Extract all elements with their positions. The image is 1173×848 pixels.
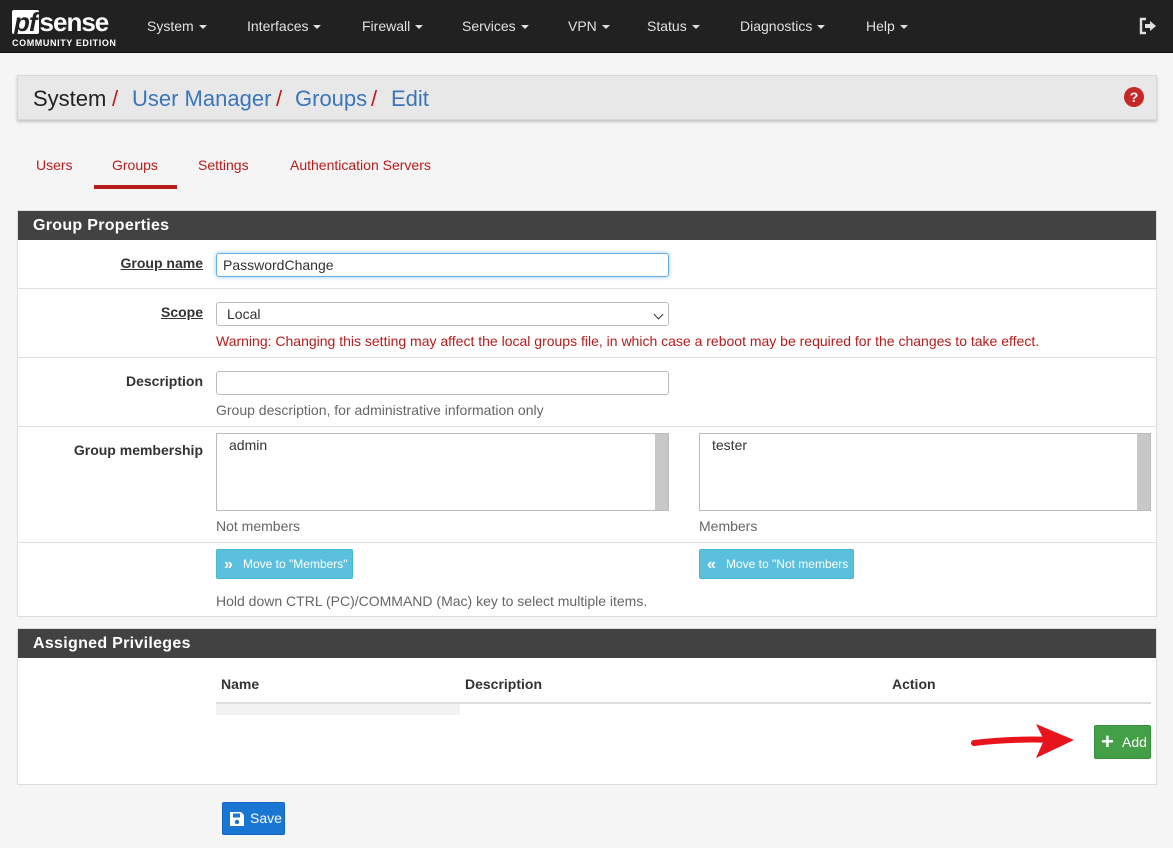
tab-settings[interactable]: Settings xyxy=(198,155,249,189)
group-name-label: Group name xyxy=(120,255,203,271)
caret-down-icon xyxy=(601,25,610,30)
breadcrumb-user-manager[interactable]: User Manager xyxy=(132,85,271,113)
breadcrumb: System / User Manager / Groups / Edit ? xyxy=(17,75,1157,120)
tab-authentication-servers[interactable]: Authentication Servers xyxy=(290,155,431,189)
scope-label: Scope xyxy=(160,304,203,320)
save-button[interactable]: Save xyxy=(222,802,285,835)
nav-system-label: System xyxy=(147,18,194,34)
nav-services[interactable]: Services xyxy=(462,0,529,53)
move-to-members-button[interactable]: » Move to "Members" xyxy=(216,549,353,579)
nav-diagnostics-label: Diagnostics xyxy=(740,18,813,34)
members-label: Members xyxy=(699,518,758,534)
column-header-action: Action xyxy=(892,676,936,692)
group-properties-heading: Group Properties xyxy=(18,211,1156,240)
annotation-arrow-icon xyxy=(971,724,1074,758)
nav-system[interactable]: System xyxy=(147,0,207,53)
not-members-listbox[interactable]: admin xyxy=(216,433,669,511)
list-option[interactable]: admin xyxy=(229,437,267,453)
chevron-down-icon xyxy=(653,309,664,320)
caret-down-icon xyxy=(415,25,424,30)
caret-down-icon xyxy=(817,25,826,30)
sign-out-icon[interactable] xyxy=(1138,16,1158,36)
scrollbar[interactable] xyxy=(655,434,668,510)
caret-down-icon xyxy=(198,25,207,30)
group-name-input[interactable]: PasswordChange xyxy=(216,253,669,277)
column-header-description: Description xyxy=(465,676,543,692)
breadcrumb-separator: / xyxy=(112,86,119,111)
nav-interfaces[interactable]: Interfaces xyxy=(247,0,322,53)
add-privilege-button[interactable]: + Add xyxy=(1094,725,1151,759)
nav-help[interactable]: Help xyxy=(866,0,908,53)
nav-services-label: Services xyxy=(462,18,516,34)
nav-status-label: Status xyxy=(647,18,687,34)
question-circle-icon[interactable]: ? xyxy=(1124,87,1144,107)
tab-users[interactable]: Users xyxy=(36,155,73,189)
description-input[interactable] xyxy=(216,371,669,395)
top-navbar: pf sense COMMUNITY EDITION System Interfa… xyxy=(0,0,1173,53)
double-chevron-right-icon: » xyxy=(224,556,233,573)
caret-down-icon xyxy=(691,25,700,30)
pfsense-logo[interactable]: pf sense COMMUNITY EDITION xyxy=(12,8,122,50)
breadcrumb-separator: / xyxy=(371,86,378,111)
logo-subtitle: COMMUNITY EDITION xyxy=(12,38,117,48)
list-option[interactable]: tester xyxy=(712,437,747,453)
plus-icon: + xyxy=(1101,729,1114,754)
description-help: Group description, for administrative in… xyxy=(216,402,544,418)
breadcrumb-separator: / xyxy=(276,86,283,111)
caret-down-icon xyxy=(899,25,908,30)
not-members-label: Not members xyxy=(216,518,301,534)
breadcrumb-root: System xyxy=(33,86,107,111)
members-listbox[interactable]: tester xyxy=(699,433,1151,511)
table-row xyxy=(216,704,460,715)
group-membership-label: Group membership xyxy=(73,442,203,458)
logo-sense: sense xyxy=(39,7,110,37)
row-divider xyxy=(18,357,1156,358)
double-chevron-left-icon: « xyxy=(707,556,716,573)
nav-firewall-label: Firewall xyxy=(362,18,411,34)
nav-status[interactable]: Status xyxy=(647,0,700,53)
scope-select[interactable]: Local xyxy=(216,302,669,326)
nav-help-label: Help xyxy=(866,18,895,34)
multi-select-help: Hold down CTRL (PC)/COMMAND (Mac) key to… xyxy=(216,593,648,609)
scope-selected-value: Local xyxy=(227,306,261,322)
breadcrumb-edit[interactable]: Edit xyxy=(391,85,429,113)
breadcrumb-groups[interactable]: Groups xyxy=(295,85,367,113)
scrollbar[interactable] xyxy=(1137,434,1150,510)
nav-firewall[interactable]: Firewall xyxy=(362,0,424,53)
nav-vpn[interactable]: VPN xyxy=(568,0,610,53)
move-to-members-label: Move to "Members" xyxy=(243,557,348,571)
floppy-disk-icon xyxy=(230,812,244,826)
nav-vpn-label: VPN xyxy=(568,18,597,34)
column-header-name: Name xyxy=(221,676,260,692)
add-label: Add xyxy=(1122,734,1147,750)
description-label: Description xyxy=(125,373,203,389)
caret-down-icon xyxy=(313,25,322,30)
nav-interfaces-label: Interfaces xyxy=(247,18,309,34)
move-to-not-members-button[interactable]: « Move to "Not members xyxy=(699,549,854,579)
save-label: Save xyxy=(250,810,282,826)
row-divider xyxy=(18,542,1156,543)
logo-pf: pf xyxy=(12,7,39,37)
nav-diagnostics[interactable]: Diagnostics xyxy=(740,0,826,53)
caret-down-icon xyxy=(520,25,529,30)
assigned-privileges-heading: Assigned Privileges xyxy=(18,629,1156,658)
row-divider xyxy=(18,426,1156,427)
row-divider xyxy=(18,288,1156,289)
move-to-not-members-label: Move to "Not members xyxy=(726,557,849,571)
scope-warning: Warning: Changing this setting may affec… xyxy=(216,333,1040,349)
tab-groups[interactable]: Groups xyxy=(94,155,177,189)
